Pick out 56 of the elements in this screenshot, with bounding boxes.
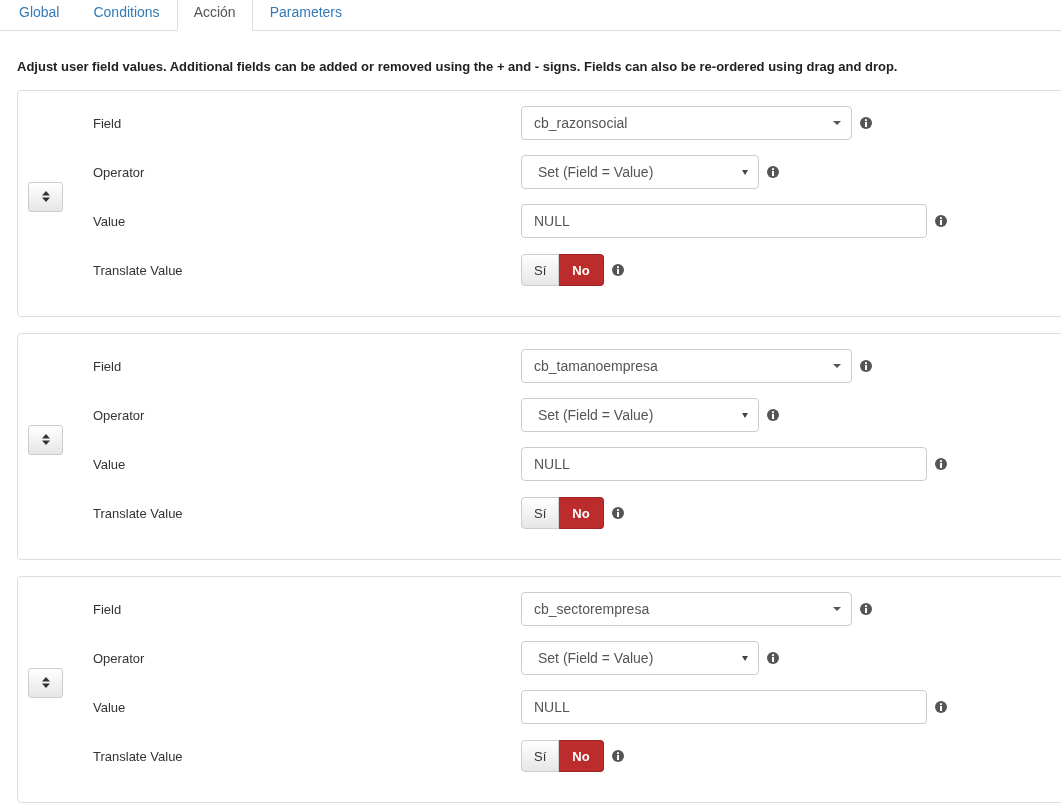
info-icon (860, 117, 872, 129)
info-icon (767, 409, 779, 421)
value-input[interactable]: NULL (521, 204, 927, 238)
operator-dropdown[interactable]: Set (Field = Value) (521, 641, 759, 675)
field-label: Translate Value (93, 748, 184, 764)
field-label: Operator (93, 650, 146, 666)
info-icon (767, 652, 779, 664)
sort-icon (41, 434, 50, 445)
info-icon (935, 458, 947, 470)
value-input[interactable]: NULL (521, 690, 927, 724)
toggle-option[interactable]: Sí (521, 740, 560, 772)
info-icon (767, 166, 779, 178)
drag-handle-button[interactable] (28, 424, 63, 455)
sort-icon (41, 677, 50, 688)
caret-icon (742, 655, 748, 661)
info-icon (935, 701, 947, 713)
tab[interactable]: Global (2, 0, 77, 31)
toggle-option[interactable]: No (559, 254, 604, 286)
sort-icon (41, 191, 50, 202)
instructions-text: Adjust user field values. Additional fields can be added or removed using the + and - signs. Fields can also be re-ordered using drag and drop. (17, 59, 899, 74)
info-icon (611, 264, 624, 276)
caret-icon (742, 412, 748, 418)
field-label: Value (93, 456, 127, 472)
caret-icon (833, 364, 841, 368)
field-label: Translate Value (93, 505, 184, 521)
toggle-option[interactable]: No (559, 740, 604, 772)
info-icon (860, 603, 872, 615)
field-label: Value (93, 213, 127, 229)
operator-dropdown[interactable]: Set (Field = Value) (521, 155, 759, 189)
field-label: Field (93, 358, 123, 374)
toggle-option[interactable]: Sí (521, 497, 560, 529)
field-label: Operator (93, 407, 146, 423)
field-label: Operator (93, 164, 146, 180)
toggle-option[interactable]: Sí (521, 254, 560, 286)
info-icon (935, 215, 947, 227)
toggle-option[interactable]: No (559, 497, 604, 529)
field-label: Field (93, 115, 123, 131)
caret-icon (742, 169, 748, 175)
value-input[interactable]: NULL (521, 447, 927, 481)
tab[interactable]: Parameters (252, 0, 359, 31)
tab[interactable]: Acción (176, 0, 253, 31)
field-label: Value (93, 699, 127, 715)
drag-handle-button[interactable] (28, 181, 63, 212)
drag-handle-button[interactable] (28, 667, 63, 698)
info-icon (611, 750, 624, 762)
caret-icon (833, 607, 841, 611)
field-label: Field (93, 601, 123, 617)
field-label: Translate Value (93, 262, 184, 278)
info-icon (860, 360, 872, 372)
operator-dropdown[interactable]: Set (Field = Value) (521, 398, 759, 432)
field-dropdown[interactable]: cb_sectorempresa (521, 592, 852, 626)
field-dropdown[interactable]: cb_tamanoempresa (521, 349, 852, 383)
tab[interactable]: Conditions (76, 0, 177, 31)
caret-icon (833, 121, 841, 125)
field-dropdown[interactable]: cb_razonsocial (521, 106, 852, 140)
info-icon (611, 507, 624, 519)
